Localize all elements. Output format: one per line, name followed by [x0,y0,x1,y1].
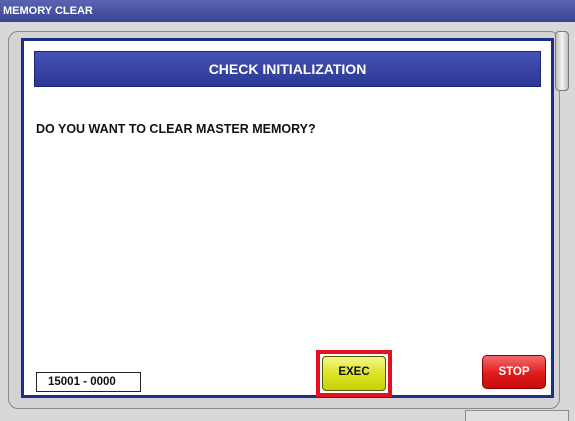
stop-button[interactable]: STOP [482,355,546,389]
status-code: 15001 - 0000 [36,372,141,392]
bottom-tab [465,410,569,421]
exec-button[interactable]: EXEC [322,356,386,391]
screen: MEMORY CLEAR CHECK INITIALIZATION DO YOU… [0,0,575,421]
window-title: MEMORY CLEAR [0,0,575,22]
dialog-title: CHECK INITIALIZATION [34,51,541,87]
scrollbar[interactable] [555,31,569,91]
confirm-dialog: CHECK INITIALIZATION DO YOU WANT TO CLEA… [21,38,554,398]
confirm-message: DO YOU WANT TO CLEAR MASTER MEMORY? [36,122,316,136]
